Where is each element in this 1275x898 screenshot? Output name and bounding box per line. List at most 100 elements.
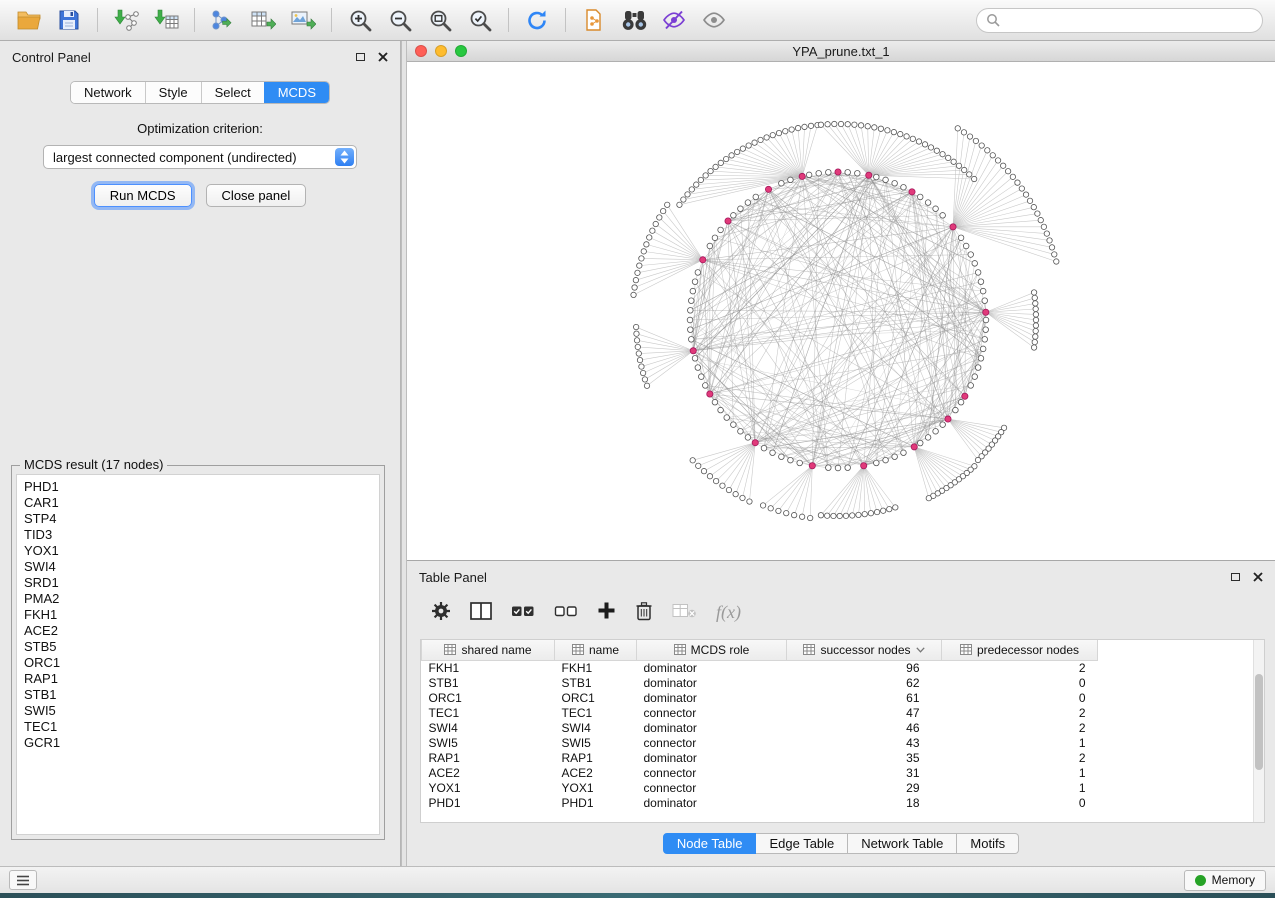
mcds-result-item[interactable]: STB5 [17, 639, 379, 655]
network-node[interactable] [850, 513, 855, 518]
network-node[interactable] [953, 407, 959, 413]
network-node[interactable] [881, 508, 886, 513]
network-node[interactable] [917, 194, 923, 200]
find-button[interactable] [617, 5, 651, 35]
zoom-out-button[interactable] [383, 5, 417, 35]
network-node[interactable] [855, 170, 861, 176]
network-node[interactable] [1023, 192, 1028, 197]
mcds-result-item[interactable]: TEC1 [17, 719, 379, 735]
network-node[interactable] [883, 457, 889, 463]
table-cell[interactable]: ORC1 [555, 691, 637, 706]
network-node[interactable] [874, 174, 880, 180]
network-node[interactable] [641, 249, 646, 254]
network-node[interactable] [838, 121, 843, 126]
network-node[interactable] [826, 170, 832, 176]
network-node[interactable] [660, 208, 665, 213]
network-node[interactable] [1052, 252, 1057, 257]
network-node[interactable] [753, 194, 759, 200]
network-node[interactable] [1047, 238, 1052, 243]
network-node[interactable] [795, 125, 800, 130]
table-scrollbar[interactable] [1253, 640, 1264, 822]
network-node[interactable] [745, 200, 751, 206]
network-node[interactable] [740, 146, 745, 151]
show-columns-button[interactable] [470, 602, 492, 623]
network-node[interactable] [1005, 169, 1010, 174]
table-cell[interactable]: 0 [942, 676, 1098, 691]
table-cell[interactable]: 2 [942, 706, 1098, 721]
network-node[interactable] [636, 351, 641, 356]
network-node[interactable] [832, 121, 837, 126]
table-cell[interactable]: connector [637, 781, 787, 796]
table-cell[interactable]: 29 [787, 781, 942, 796]
network-node[interactable] [770, 450, 776, 456]
table-cell[interactable]: 46 [787, 721, 942, 736]
network-node[interactable] [784, 510, 789, 515]
network-node[interactable] [945, 155, 950, 160]
mcds-hub-node[interactable] [909, 189, 915, 195]
network-node[interactable] [968, 252, 974, 258]
table-cell[interactable]: dominator [637, 676, 787, 691]
network-node[interactable] [980, 288, 986, 294]
column-header-predecessor-nodes[interactable]: predecessor nodes [942, 640, 1098, 660]
network-node[interactable] [967, 134, 972, 139]
network-node[interactable] [640, 370, 645, 375]
network-node[interactable] [933, 206, 939, 212]
network-node[interactable] [818, 122, 823, 127]
network-node[interactable] [768, 506, 773, 511]
mcds-result-item[interactable]: SRD1 [17, 575, 379, 591]
network-node[interactable] [925, 200, 931, 206]
network-node[interactable] [633, 277, 638, 282]
network-node[interactable] [708, 168, 713, 173]
network-node[interactable] [985, 148, 990, 153]
network-node[interactable] [808, 123, 813, 128]
network-node[interactable] [783, 129, 788, 134]
network-node[interactable] [806, 172, 812, 178]
table-cell[interactable]: 0 [942, 796, 1098, 811]
network-node[interactable] [973, 138, 978, 143]
network-node[interactable] [718, 160, 723, 165]
network-node[interactable] [818, 513, 823, 518]
mcds-result-item[interactable]: PHD1 [17, 479, 379, 495]
table-cell[interactable]: connector [637, 706, 787, 721]
network-node[interactable] [802, 124, 807, 129]
network-node[interactable] [688, 327, 694, 333]
network-node[interactable] [788, 177, 794, 183]
close-window-icon[interactable] [415, 45, 427, 57]
network-node[interactable] [826, 465, 832, 471]
network-node[interactable] [692, 279, 698, 285]
network-node[interactable] [1032, 339, 1037, 344]
network-node[interactable] [901, 450, 907, 456]
export-table-button[interactable] [246, 5, 280, 35]
mcds-result-item[interactable]: STP4 [17, 511, 379, 527]
network-node[interactable] [1019, 186, 1024, 191]
network-node[interactable] [1033, 317, 1038, 322]
network-node[interactable] [687, 317, 693, 323]
table-cell[interactable]: 62 [787, 676, 942, 691]
network-node[interactable] [978, 356, 984, 362]
network-node[interactable] [961, 167, 966, 172]
network-node[interactable] [1033, 306, 1038, 311]
network-node[interactable] [723, 156, 728, 161]
table-cell[interactable]: 2 [942, 660, 1098, 676]
network-node[interactable] [745, 435, 751, 441]
mcds-hub-node[interactable] [911, 444, 917, 450]
network-node[interactable] [1038, 217, 1043, 222]
table-cell[interactable]: 35 [787, 751, 942, 766]
mcds-hub-node[interactable] [950, 224, 956, 230]
network-node[interactable] [845, 122, 850, 127]
delete-column-button[interactable] [635, 601, 653, 624]
network-node[interactable] [695, 270, 701, 276]
criterion-select[interactable]: largest connected component (undirected) [43, 145, 357, 169]
network-node[interactable] [934, 148, 939, 153]
network-node[interactable] [878, 126, 883, 131]
network-node[interactable] [883, 177, 889, 183]
table-cell[interactable]: 96 [787, 660, 942, 676]
network-node[interactable] [972, 374, 978, 380]
network-node[interactable] [703, 173, 708, 178]
network-node[interactable] [747, 499, 752, 504]
network-node[interactable] [835, 465, 841, 471]
network-node[interactable] [892, 180, 898, 186]
mcds-result-item[interactable]: TID3 [17, 527, 379, 543]
network-canvas[interactable] [407, 62, 1275, 560]
table-cell[interactable]: PHD1 [422, 796, 555, 811]
